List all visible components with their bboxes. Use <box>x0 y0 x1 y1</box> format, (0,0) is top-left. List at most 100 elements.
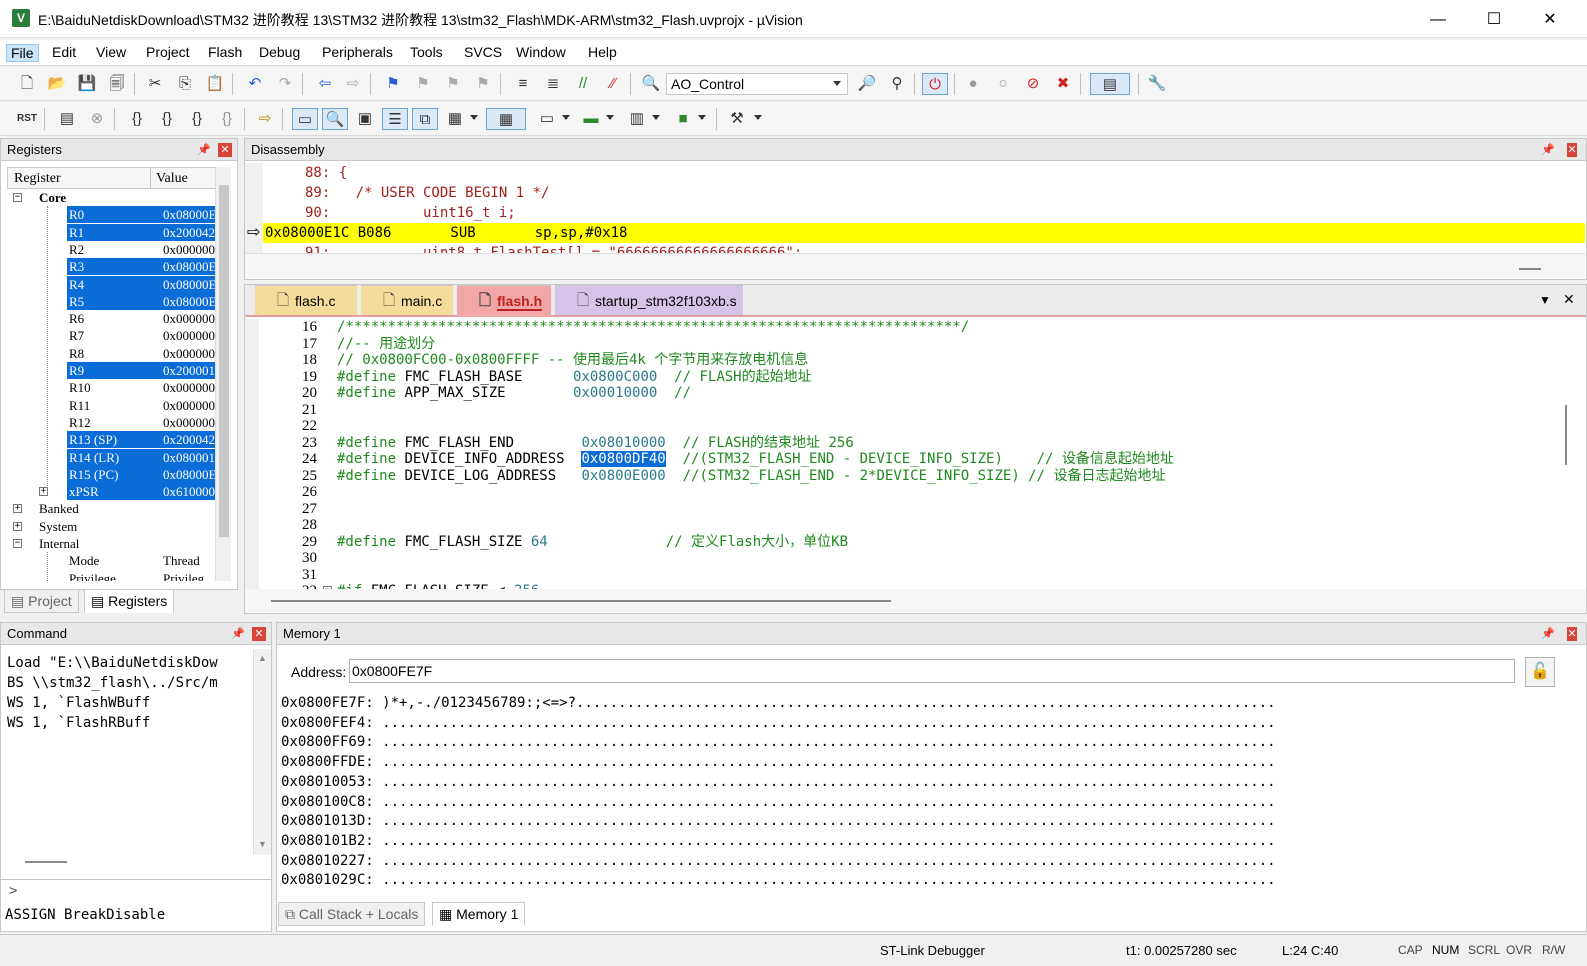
menu-flash[interactable]: Flash <box>204 44 246 60</box>
close-icon[interactable]: ✕ <box>1567 627 1577 641</box>
clear-bookmarks-icon[interactable]: ⚑ <box>472 73 494 95</box>
navigate-forward-icon[interactable]: ⇨ <box>342 73 364 95</box>
code-line[interactable]: 26 <box>245 484 1585 500</box>
code-line[interactable]: 25 #define DEVICE_LOG_ADDRESS 0x0800E000 … <box>245 468 1585 484</box>
command-output[interactable]: Load "E:\\BaiduNetdiskDow BS \\stm32_flas… <box>1 649 253 855</box>
register-row[interactable]: R10 0x000000 <box>7 379 215 396</box>
code-line[interactable]: 24 #define DEVICE_INFO_ADDRESS 0x0800DF40… <box>245 451 1585 467</box>
close-icon[interactable]: ✕ <box>1563 291 1575 308</box>
scroll-down-icon[interactable]: ▼ <box>258 839 267 849</box>
pin-icon[interactable]: 📌 <box>197 144 211 156</box>
menu-tools[interactable]: Tools <box>406 44 447 60</box>
register-row[interactable]: R12 0x000000 <box>7 414 215 431</box>
register-row[interactable]: R5 0x08000E <box>7 292 215 310</box>
minimize-button[interactable]: — <box>1415 6 1461 34</box>
memory-window-icon[interactable]: ▦ <box>486 108 526 130</box>
kill-all-breakpoints-icon[interactable]: ✖ <box>1052 73 1074 95</box>
pin-icon[interactable]: 📌 <box>1541 628 1555 640</box>
register-row[interactable]: R2 0x000000 <box>7 241 215 258</box>
code-line[interactable]: 21 <box>245 402 1585 418</box>
scroll-up-icon[interactable]: ▲ <box>258 653 267 663</box>
menu-debug[interactable]: Debug <box>255 44 304 60</box>
code-line[interactable]: 31 <box>245 567 1585 583</box>
code-line[interactable]: 19 #define FMC_FLASH_BASE 0x0800C000 // F… <box>245 369 1585 385</box>
copy-icon[interactable]: ⎘ <box>174 73 196 95</box>
code-line[interactable]: 16 /*************************************… <box>245 319 1585 335</box>
step-into-icon[interactable]: {} <box>126 108 148 130</box>
run-icon[interactable]: ▤ <box>56 108 78 130</box>
toolbox-icon[interactable]: ⚒ <box>726 108 748 130</box>
close-icon[interactable]: ✕ <box>218 143 232 157</box>
tab-call-stack[interactable]: ⧉ Call Stack + Locals <box>278 902 426 926</box>
disable-all-breakpoints-icon[interactable]: ⊘ <box>1022 73 1044 95</box>
step-over-icon[interactable]: {} <box>156 108 178 130</box>
code-line[interactable]: 23 #define FMC_FLASH_END 0x08010000 // FL… <box>245 435 1585 451</box>
memory-row[interactable]: 0x0800FE7F: )*+,-./0123456789:;<=>?.....… <box>281 693 1276 713</box>
target-combo[interactable]: AO_Control <box>666 73 848 95</box>
code-line[interactable]: 20 #define APP_MAX_SIZE 0x00010000 // <box>245 385 1585 401</box>
chevron-down-icon[interactable] <box>754 115 762 120</box>
column-register[interactable]: Register <box>14 171 61 187</box>
stop-icon[interactable]: ⊗ <box>86 108 108 130</box>
file-tab-main-c[interactable]: 🗋 main.c <box>361 285 453 315</box>
register-row[interactable]: R11 0x000000 <box>7 397 215 414</box>
watch-window-icon[interactable]: ▦ <box>444 108 466 130</box>
memory-row[interactable]: 0x0800FF69: ............................… <box>281 732 1276 752</box>
editor-vertical-scrollbar[interactable] <box>1565 405 1567 465</box>
memory-row[interactable]: 0x080101B2: ............................… <box>281 831 1276 851</box>
cut-icon[interactable]: ✂ <box>144 73 166 95</box>
chevron-down-icon[interactable] <box>698 115 706 120</box>
memory-row[interactable]: 0x0800FEF4: ............................… <box>281 713 1276 733</box>
configure-icon[interactable]: 🔧 <box>1146 73 1168 95</box>
disassembly-line[interactable]: 88: { <box>305 163 347 183</box>
reset-icon[interactable]: RST <box>16 108 38 130</box>
insert-breakpoint-icon[interactable]: ● <box>962 73 984 95</box>
memory-row[interactable]: 0x08010227: ............................… <box>281 851 1276 871</box>
symbols-window-icon[interactable]: ▣ <box>354 108 376 130</box>
system-viewer-icon[interactable]: ■ <box>672 108 694 130</box>
menu-svcs[interactable]: SVCS <box>460 44 506 60</box>
register-row[interactable]: R8 0x000000 <box>7 345 215 362</box>
step-out-icon[interactable]: {} <box>186 108 208 130</box>
register-row[interactable]: R6 0x000000 <box>7 310 215 327</box>
save-icon[interactable]: 💾 <box>76 73 98 95</box>
memory-row[interactable]: 0x0800FFDE: ............................… <box>281 752 1276 772</box>
menu-edit[interactable]: Edit <box>48 44 80 60</box>
expand-banked-icon[interactable]: + <box>13 504 22 514</box>
pin-icon[interactable]: 📌 <box>231 628 245 640</box>
run-to-cursor-icon[interactable]: {} <box>216 108 238 130</box>
chevron-down-icon[interactable] <box>562 115 570 120</box>
menu-window[interactable]: Window <box>512 44 570 60</box>
expand-internal-icon[interactable]: − <box>13 539 22 548</box>
redo-icon[interactable]: ↷ <box>274 73 296 95</box>
register-row[interactable]: R3 0x08000E <box>7 258 215 276</box>
column-value[interactable]: Value <box>156 171 188 187</box>
menu-peripherals[interactable]: Peripherals <box>318 44 397 60</box>
navigate-back-icon[interactable]: ⇦ <box>314 73 336 95</box>
chevron-down-icon[interactable] <box>606 115 614 120</box>
register-row[interactable]: R0 0x08000E <box>7 206 215 224</box>
enable-breakpoint-icon[interactable]: ○ <box>992 73 1014 95</box>
disassembly-line[interactable]: 0x08000E1C B086 SUB sp,sp,#0x18 <box>265 223 627 243</box>
find-in-files-icon[interactable]: 🔍 <box>640 73 662 95</box>
show-next-statement-icon[interactable]: ⇨ <box>254 108 276 130</box>
window-layout-icon[interactable]: ▤ <box>1090 73 1130 95</box>
editor-horizontal-scrollbar[interactable] <box>245 589 1586 613</box>
memory-dump[interactable]: 0x0800FE7F: )*+,-./0123456789:;<=>?.....… <box>277 693 1577 889</box>
memory-row[interactable]: 0x080100C8: ............................… <box>281 792 1276 812</box>
tab-registers[interactable]: ▤ Registers <box>84 589 175 613</box>
scrollbar-thumb[interactable] <box>1519 268 1541 270</box>
maximize-button[interactable]: ☐ <box>1471 6 1517 34</box>
memory-row[interactable]: 0x0801013D: ............................… <box>281 811 1276 831</box>
close-button[interactable]: ✕ <box>1527 6 1573 34</box>
disassembly-line[interactable]: 91: uint8_t FlashTest[] = "6666666666666… <box>305 243 802 253</box>
disassembly-line[interactable]: 90: uint16_t i; <box>305 203 516 223</box>
code-line[interactable]: 18 // 0x0800FC00-0x0800FFFF -- 使用最后4k 个字节… <box>245 352 1585 368</box>
next-bookmark-icon[interactable]: ⚑ <box>442 73 464 95</box>
register-row[interactable]: R14 (LR) 0x080001 <box>7 448 215 466</box>
tab-project[interactable]: ▤ Project <box>4 589 79 613</box>
menu-view[interactable]: View <box>92 44 130 60</box>
register-row[interactable]: R1 0x200042 <box>7 223 215 241</box>
tab-list-chevron-down-icon[interactable]: ▼ <box>1539 293 1551 307</box>
pin-icon[interactable]: 📌 <box>1541 144 1555 156</box>
